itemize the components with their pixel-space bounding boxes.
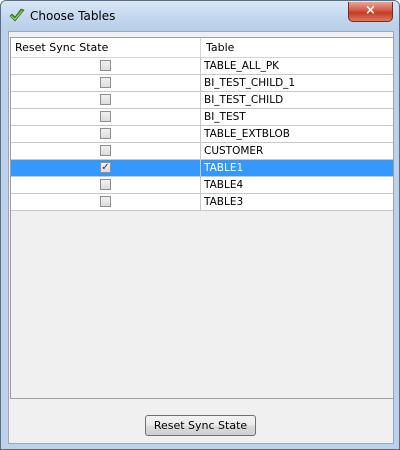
table-name-cell: TABLE3 [204, 196, 244, 208]
table-row[interactable]: TABLE_EXTBLOB [11, 126, 393, 143]
table-row[interactable]: CUSTOMER [11, 143, 393, 160]
table-header: Reset Sync State Table [11, 38, 393, 58]
green-check-icon [9, 8, 25, 22]
reset-sync-state-cell [11, 75, 201, 91]
reset-sync-state-button[interactable]: Reset Sync State [145, 415, 256, 436]
reset-sync-state-checkbox[interactable] [100, 77, 111, 88]
table-name-cell: BI_TEST [204, 111, 246, 123]
table-name-cell: TABLE4 [204, 179, 244, 191]
reset-sync-state-checkbox[interactable] [100, 145, 111, 156]
reset-sync-state-cell: ✓ [11, 160, 201, 176]
table-row[interactable]: TABLE4 [11, 177, 393, 194]
reset-sync-state-checkbox[interactable] [100, 111, 111, 122]
table-name-cell: TABLE_EXTBLOB [204, 128, 290, 140]
table-rows: TABLE_ALL_PK BI_TEST_CHILD_1 BI_TEST_CHILD… [11, 58, 393, 211]
reset-sync-state-checkbox[interactable] [100, 179, 111, 190]
reset-sync-state-cell [11, 143, 201, 159]
choose-tables-dialog: Choose Tables × Reset Sync State Table T… [0, 0, 400, 450]
table-name-cell: BI_TEST_CHILD [204, 94, 284, 106]
reset-sync-state-cell [11, 126, 201, 142]
close-icon: × [365, 3, 376, 18]
table-row[interactable]: ✓ TABLE1 [11, 160, 393, 177]
dialog-content: Reset Sync State Table TABLE_ALL_PK BI_TE… [8, 31, 394, 444]
reset-sync-state-checkbox[interactable] [100, 128, 111, 139]
table-name-cell: TABLE1 [204, 162, 244, 174]
table-row[interactable]: TABLE_ALL_PK [11, 58, 393, 75]
reset-sync-state-cell [11, 92, 201, 108]
table-name-cell: TABLE_ALL_PK [204, 60, 280, 72]
table-row[interactable]: BI_TEST [11, 109, 393, 126]
table-row[interactable]: BI_TEST_CHILD_1 [11, 75, 393, 92]
reset-sync-state-checkbox[interactable] [100, 94, 111, 105]
tables-grid[interactable]: Reset Sync State Table TABLE_ALL_PK BI_TE… [10, 37, 394, 399]
table-name-cell: CUSTOMER [204, 145, 264, 157]
table-name-cell: BI_TEST_CHILD_1 [204, 77, 296, 89]
column-header-reset-sync-state[interactable]: Reset Sync State [11, 38, 201, 57]
reset-sync-state-cell [11, 194, 201, 210]
reset-sync-state-cell [11, 109, 201, 125]
reset-sync-state-checkbox[interactable]: ✓ [100, 162, 111, 173]
close-button[interactable]: × [348, 2, 393, 22]
table-row[interactable]: BI_TEST_CHILD [11, 92, 393, 109]
title-bar[interactable]: Choose Tables × [1, 1, 399, 31]
reset-sync-state-cell [11, 177, 201, 193]
reset-sync-state-checkbox[interactable] [100, 60, 111, 71]
reset-sync-state-cell [11, 58, 201, 74]
table-row[interactable]: TABLE3 [11, 194, 393, 211]
column-header-table[interactable]: Table [201, 38, 393, 57]
reset-sync-state-checkbox[interactable] [100, 196, 111, 207]
window-title: Choose Tables [30, 9, 116, 23]
